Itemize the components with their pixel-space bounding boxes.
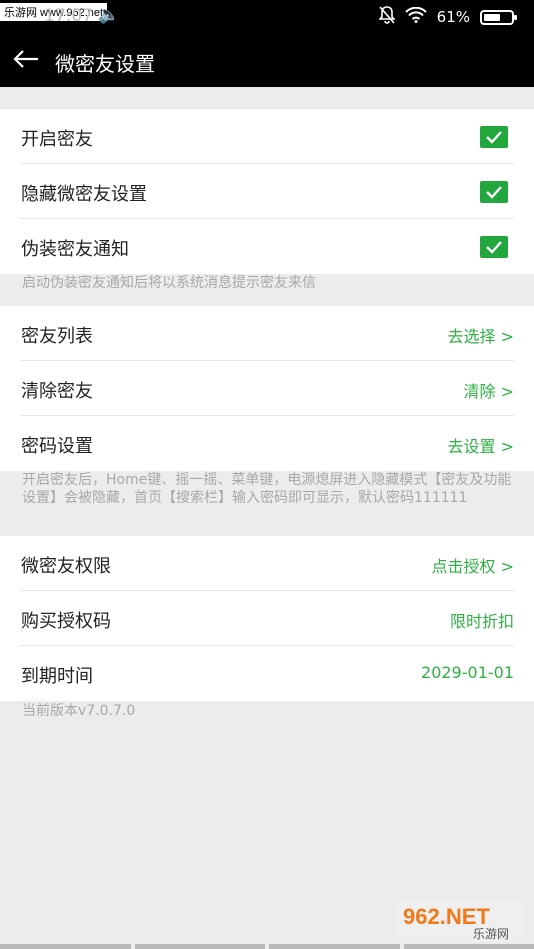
setting-row-expire-date: 到期时间 2029-01-01 [20, 646, 514, 701]
version-text: 当前版本v7.0.7.0 [22, 703, 136, 719]
checkbox-checked-icon[interactable] [480, 181, 508, 203]
note-disguise: 启动伪装密友通知后将以系统消息提示密友来信 [22, 275, 316, 291]
action-link[interactable]: 限时折扣 [450, 608, 514, 632]
setting-row-clear-friend[interactable]: 清除密友 清除 > [20, 361, 514, 416]
setting-row-permission[interactable]: 微密友权限 点击授权 > [20, 536, 514, 591]
setting-label: 伪装密友通知 [21, 239, 129, 260]
header: 微密友设置 [0, 36, 534, 87]
bottom-nav-indicator [0, 944, 534, 949]
setting-row-password[interactable]: 密码设置 去设置 > [20, 416, 514, 471]
setting-label: 隐藏微密友设置 [21, 184, 147, 205]
action-link[interactable]: 去选择 > [448, 323, 515, 347]
action-link[interactable]: 清除 > [464, 378, 515, 402]
watermark-logo: 962.NET [403, 904, 490, 929]
battery-icon [480, 9, 517, 25]
action-link[interactable]: 点击授权 > [432, 553, 515, 577]
watermark-sub: 乐游网 [473, 927, 509, 941]
page-title: 微密友设置 [55, 52, 155, 76]
section-friend-management: 密友列表 去选择 > 清除密友 清除 > 密码设置 去设置 > [0, 306, 534, 471]
status-time: 17:07 [44, 6, 93, 26]
section-privacy-toggles: 开启密友 隐藏微密友设置 伪装密友通知 [0, 109, 534, 274]
setting-row-buy-code[interactable]: 购买授权码 限时折扣 [20, 591, 514, 646]
setting-label: 购买授权码 [21, 611, 111, 632]
checkbox-checked-icon[interactable] [480, 236, 508, 258]
status-bar: 乐游网 www.962.net 17:07 🔈 61% [0, 0, 534, 36]
expire-date-value: 2029-01-01 [421, 663, 514, 682]
setting-label: 微密友权限 [21, 556, 111, 577]
back-arrow-icon[interactable] [12, 45, 44, 80]
section-license: 微密友权限 点击授权 > 购买授权码 限时折扣 到期时间 2029-01-01 [0, 536, 534, 701]
setting-label: 清除密友 [21, 381, 93, 402]
action-link[interactable]: 去设置 > [448, 433, 515, 457]
setting-row-hide-settings[interactable]: 隐藏微密友设置 [20, 164, 514, 219]
setting-label: 到期时间 [21, 666, 93, 687]
bell-muted-icon [377, 6, 396, 28]
wifi-icon [404, 6, 427, 27]
setting-label: 开启密友 [21, 129, 93, 150]
note-hidden-mode: 开启密友后，Home键、摇一摇、菜单键，电源熄屏进入隐藏模式【密友及功能设置】会… [22, 472, 512, 506]
setting-row-enable-friend[interactable]: 开启密友 [20, 109, 514, 164]
sound-icon: 🔈 [98, 5, 120, 25]
setting-row-friend-list[interactable]: 密友列表 去选择 > [20, 306, 514, 361]
setting-label: 密友列表 [21, 326, 93, 347]
checkbox-checked-icon[interactable] [480, 126, 508, 148]
watermark-bottom: 962.NET 乐游网 [395, 898, 527, 944]
battery-percent: 61% [436, 8, 470, 26]
setting-row-disguise-notify[interactable]: 伪装密友通知 [20, 219, 514, 274]
setting-label: 密码设置 [21, 436, 93, 457]
